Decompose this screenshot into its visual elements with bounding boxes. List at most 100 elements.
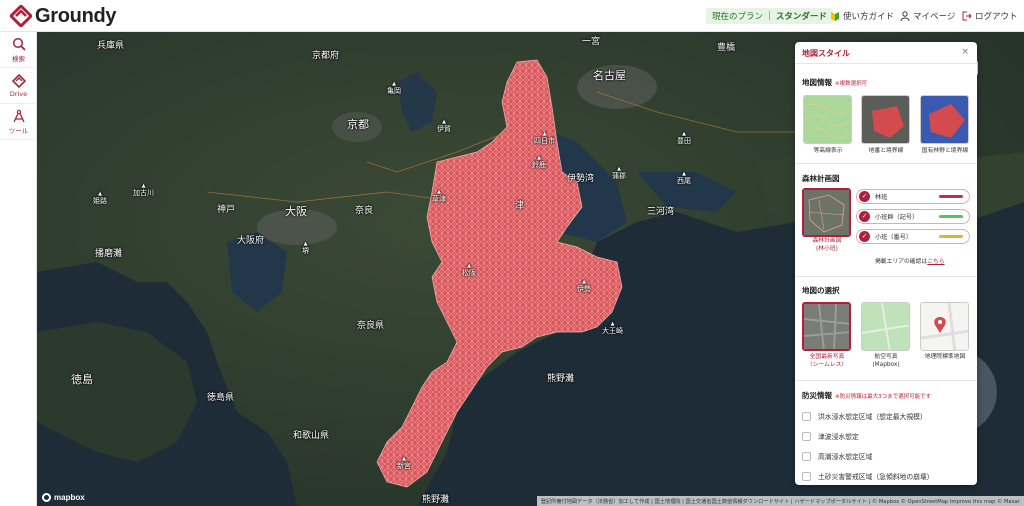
checkbox[interactable] xyxy=(802,411,811,421)
disaster-checkbox-flood[interactable]: 洪水浸水想定区域（想定最大規模） xyxy=(802,410,927,422)
map-style-panel: 地図スタイル × 地図情報 ※複数選択可 等高線表示 地番と境界線 国有林野と境… xyxy=(795,42,977,485)
map-attribution[interactable]: 登記所備付地図データ（法務省）加工して作成 | 国土地理院 | 国土交通省国土数… xyxy=(536,496,1024,506)
check-icon: ✓ xyxy=(859,231,870,242)
mypage-link[interactable]: マイページ xyxy=(900,8,955,24)
logout-link[interactable]: ログアウト xyxy=(962,8,1018,24)
disaster-checkbox-landslide[interactable]: 土砂災害警戒区域（急傾斜地の崩壊） xyxy=(802,470,934,482)
checkbox[interactable] xyxy=(802,451,811,461)
sidebar-item-drive[interactable]: Drive xyxy=(0,68,37,104)
logout-icon xyxy=(962,11,972,21)
layer-label: 小班（番号） xyxy=(875,234,913,241)
current-plan-badge[interactable]: 現在のプラン | スタンダード xyxy=(706,8,833,24)
check-icon: ✓ xyxy=(859,191,870,202)
lot-boundary-icon xyxy=(862,96,909,143)
place-label: 徳島県 xyxy=(207,393,235,403)
layer-label: 林班 xyxy=(875,194,888,201)
contour-thumb[interactable] xyxy=(803,95,852,144)
forest-plan-thumb[interactable] xyxy=(802,188,851,237)
place-label: 徳島 xyxy=(71,373,93,386)
place-label: 熊野灘 xyxy=(547,374,575,384)
disaster-checkbox-storm-surge[interactable]: 高潮浸水想定区域 xyxy=(802,450,872,462)
sidebar-item-label: Drive xyxy=(9,89,28,98)
place-label: 西尾 xyxy=(677,172,691,185)
national-forest-icon xyxy=(921,96,968,143)
place-label: 蒲郡 xyxy=(612,167,626,180)
drive-icon xyxy=(11,73,26,88)
place-label: 兵庫県 xyxy=(97,41,125,51)
place-label: 松阪 xyxy=(462,264,476,277)
option-label: 森林計画図 (林小班) xyxy=(812,238,842,252)
aerial-photo-icon xyxy=(804,304,849,349)
place-label: 一宮 xyxy=(582,37,601,47)
line-swatch xyxy=(939,195,963,198)
contour-map-icon xyxy=(804,96,851,143)
usage-guide-label: 使い方ガイド xyxy=(843,12,895,22)
left-sidebar: 検索 Drive ツール xyxy=(0,32,37,506)
layer-row-rinpan[interactable]: ✓ 林班 xyxy=(856,189,970,204)
place-label: 京都 xyxy=(347,118,369,131)
place-label: 伊勢 xyxy=(577,280,591,293)
place-label: 亀岡 xyxy=(387,82,401,95)
lot-boundary-thumb[interactable] xyxy=(861,95,910,144)
plan-label: 現在のプラン xyxy=(712,12,764,22)
place-label: 堺 xyxy=(302,242,309,255)
close-icon[interactable]: × xyxy=(961,47,969,57)
place-label: 草津 xyxy=(432,190,446,203)
section-title: 地図の選択 xyxy=(802,286,840,295)
place-label: 三河湾 xyxy=(647,207,675,217)
compass-tool-icon xyxy=(12,109,25,122)
checkbox[interactable] xyxy=(802,431,811,441)
option-label: 地理院標準地図 xyxy=(924,354,966,360)
mapbox-map-icon xyxy=(862,303,909,350)
gsi-standard-thumb[interactable] xyxy=(920,302,969,351)
place-label: 伊賀 xyxy=(437,120,451,133)
mapbox-aerial-thumb[interactable] xyxy=(861,302,910,351)
section-note: ※防災情報は最大3つまで選択可能です xyxy=(835,394,932,400)
panel-title: 地図スタイル xyxy=(802,49,850,58)
sidebar-item-label: ツール xyxy=(8,126,29,135)
place-label: 京都府 xyxy=(312,51,340,61)
place-label: 鈴鹿 xyxy=(532,156,546,169)
area-check-link[interactable]: こちら xyxy=(927,259,944,265)
place-label: 豊田 xyxy=(677,132,691,145)
area-note: 掲載エリアの確認はこちら xyxy=(875,259,945,265)
place-label: 伊勢湾 xyxy=(567,174,595,184)
search-icon xyxy=(12,37,26,51)
plan-name: スタンダード xyxy=(775,12,827,22)
groundy-logo-icon xyxy=(10,5,32,27)
sidebar-item-tools[interactable]: ツール xyxy=(0,104,37,140)
checkbox[interactable] xyxy=(802,471,811,481)
option-label: 航空写真 (Mapbox) xyxy=(872,354,900,368)
logout-label: ログアウト xyxy=(975,12,1018,22)
option-label: 国有林野と境界線 xyxy=(921,148,969,154)
disaster-checkbox-tsunami[interactable]: 津波浸水想定 xyxy=(802,430,859,442)
section-title: 森林計画図 xyxy=(802,174,840,183)
layer-row-shohan-group[interactable]: ✓ 小班群（記号） xyxy=(856,209,970,224)
place-label: 四日市 xyxy=(534,132,555,145)
national-forest-thumb[interactable] xyxy=(920,95,969,144)
user-icon xyxy=(900,11,910,21)
forest-plan-map-icon xyxy=(804,190,849,235)
groundy-logo[interactable]: Groundy xyxy=(10,4,117,27)
line-swatch xyxy=(939,235,963,238)
map-pin-icon xyxy=(921,303,968,350)
sidebar-item-search[interactable]: 検索 xyxy=(0,32,37,68)
layer-label: 小班群（記号） xyxy=(875,214,919,221)
mapbox-logo-icon xyxy=(42,493,51,502)
place-label: 熊野灘 xyxy=(422,495,450,505)
place-label: 加古川 xyxy=(133,184,154,197)
place-label: 播磨灘 xyxy=(95,249,123,259)
place-label: 豊橋 xyxy=(717,43,736,53)
usage-guide-link[interactable]: 使い方ガイド xyxy=(830,8,894,24)
mapbox-logo[interactable]: mapbox xyxy=(42,493,85,502)
place-label: 大王崎 xyxy=(602,322,623,335)
section-title: 地図情報 xyxy=(802,78,832,87)
layer-row-shohan-number[interactable]: ✓ 小班（番号） xyxy=(856,229,970,244)
latest-photo-thumb[interactable] xyxy=(802,302,851,351)
place-label: 奈良県 xyxy=(357,321,385,331)
sidebar-item-label: 検索 xyxy=(12,54,25,63)
logo-text: Groundy xyxy=(35,4,117,27)
place-label: 大阪 xyxy=(285,205,307,218)
mypage-label: マイページ xyxy=(913,12,956,22)
option-label: 等高線表示 xyxy=(813,148,843,154)
